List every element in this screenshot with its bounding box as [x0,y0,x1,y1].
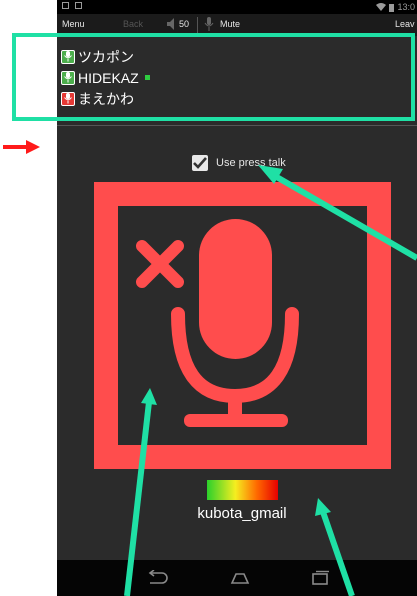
participant-name: ツカポン [78,48,134,65]
notification-icon [62,2,69,9]
press-talk-toggle[interactable]: Use press talk [192,155,286,171]
mic-on-icon [61,49,75,64]
status-time: 13:0 [397,2,415,12]
participant-row[interactable]: ツカポン [57,46,417,67]
muted-x-icon [136,240,184,288]
speaker-volume-icon[interactable] [167,17,177,31]
status-bar: 13:0 [57,0,417,14]
press-talk-checkbox[interactable] [192,155,208,171]
action-bar: Menu Back 50 Mute Leav [57,14,417,36]
leave-button[interactable]: Leav [395,19,415,29]
participant-list: ツカポン HIDEKAZ まえかわ [57,46,417,109]
speaking-indicator [144,75,150,80]
menu-button[interactable]: Menu [62,19,85,29]
back-button[interactable]: Back [123,19,143,29]
back-icon[interactable] [146,570,168,586]
current-user-name: kubota_gmail [197,505,287,522]
participant-row[interactable]: まえかわ [57,88,417,109]
participant-name: HIDEKAZ [78,69,139,86]
checkmark-icon [193,157,207,169]
mic-mute-icon[interactable] [204,17,214,32]
participant-row[interactable]: HIDEKAZ [57,67,417,88]
wifi-icon [376,3,387,11]
mute-button[interactable]: Mute [220,19,240,29]
app-notification-icon [75,2,82,9]
battery-icon [389,3,395,12]
list-divider [57,125,417,126]
mic-on-icon [61,70,75,85]
recent-apps-icon[interactable] [309,570,331,586]
red-pointer-arrow [3,140,40,154]
navigation-bar [57,560,417,596]
press-talk-label: Use press talk [216,157,286,169]
mic-mute-toggle-button[interactable] [94,182,391,469]
volume-value: 50 [179,19,190,29]
action-bar-divider [197,17,198,33]
audio-level-meter [207,480,278,500]
participant-name: まえかわ [78,90,134,107]
app-screen: 13:0 Menu Back 50 Mute Leav ツカポン HIDEKAZ… [57,0,417,596]
microphone-icon [171,219,299,427]
mic-muted-icon [61,91,75,106]
home-icon[interactable] [229,570,251,586]
